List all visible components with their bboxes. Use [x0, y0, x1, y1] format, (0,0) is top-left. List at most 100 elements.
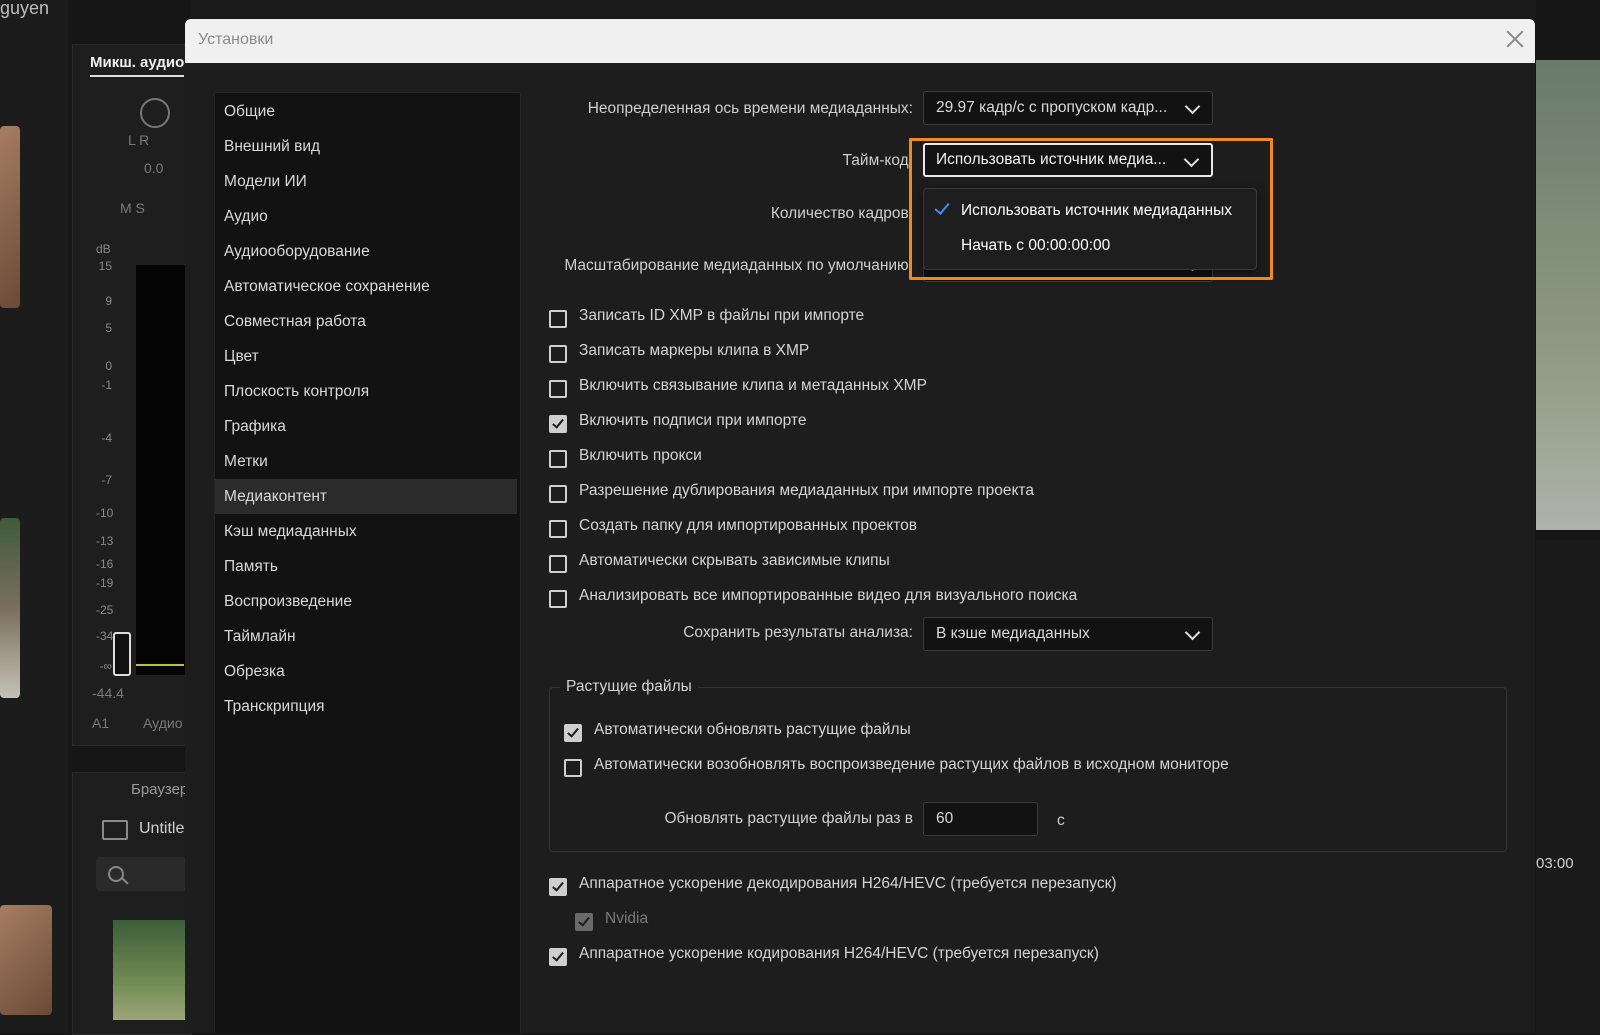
sidebar-item[interactable]: Аудио: [215, 199, 517, 234]
media-browser-tab[interactable]: Браузер: [131, 781, 188, 798]
checkbox[interactable]: [549, 590, 567, 608]
audio-mixer-tab[interactable]: Микш. аудио: [90, 54, 185, 77]
sidebar-item[interactable]: Воспроизведение: [215, 584, 517, 619]
clip-thumbnail[interactable]: [0, 518, 20, 698]
dialog-title: Установки: [198, 31, 274, 48]
dialog-titlebar: Установки: [185, 19, 1535, 63]
sidebar-item[interactable]: Автоматическое сохранение: [215, 269, 517, 304]
checkbox-label: Включить прокси: [579, 447, 702, 464]
db-tick-label: -1: [101, 378, 112, 392]
peak-value: -44.4: [92, 685, 124, 701]
db-tick-label: -25: [96, 603, 114, 617]
timeline-timecode: 03:00: [1536, 855, 1574, 872]
clip-thumbnail[interactable]: [0, 126, 20, 308]
db-tick-label: 0: [105, 359, 112, 373]
sidebar-item[interactable]: Транскрипция: [215, 689, 517, 724]
checkbox-label: Записать ID XMP в файлы при импорте: [579, 307, 865, 324]
sidebar-item[interactable]: Таймлайн: [215, 619, 517, 654]
checkbox[interactable]: [549, 878, 567, 896]
frame-count-label: Количество кадров:: [770, 205, 913, 222]
checkbox[interactable]: [564, 724, 582, 742]
checkbox-label: Записать маркеры клипа в XMP: [579, 342, 810, 359]
timebase-label: Неопределенная ось времени медиаданных:: [587, 100, 913, 117]
chevron-down-icon: [1184, 624, 1201, 641]
db-label: dB: [96, 242, 111, 256]
checkbox[interactable]: [549, 310, 567, 328]
refresh-interval-input[interactable]: 60: [923, 802, 1038, 836]
analysis-value: В кэше медиаданных: [936, 625, 1090, 642]
close-icon[interactable]: [1501, 25, 1529, 53]
sidebar-item[interactable]: Плоскость контроля: [215, 374, 517, 409]
program-monitor-preview: [1536, 60, 1600, 530]
clip-thumbnail[interactable]: [0, 905, 52, 1015]
growing-files-title: Растущие файлы: [560, 678, 698, 696]
sidebar-item[interactable]: Медиаконтент: [215, 479, 517, 514]
volume-fader[interactable]: [113, 632, 131, 676]
db-tick-label: -∞: [99, 659, 112, 673]
sidebar-item[interactable]: Кэш медиаданных: [215, 514, 517, 549]
checkbox[interactable]: [549, 450, 567, 468]
pan-knob[interactable]: [140, 98, 170, 128]
sidebar-item[interactable]: Общие: [215, 94, 517, 129]
sidebar-item[interactable]: Модели ИИ: [215, 164, 517, 199]
checkbox-label: Анализировать все импортированные видео …: [579, 587, 1078, 604]
checkbox-label: Автоматически скрывать зависимые клипы: [579, 552, 890, 569]
preferences-sidebar: Общие Внешний вид Модели ИИ Аудио Аудиообору…: [214, 92, 521, 1033]
folder-icon: [102, 820, 128, 840]
db-tick-label: -19: [96, 576, 114, 590]
timecode-label: Тайм-код:: [842, 152, 913, 169]
checkbox-label: Аппаратное ускорение кодирования H264/HE…: [579, 945, 1099, 962]
meter-level-line: [136, 664, 184, 666]
scaling-label: Масштабирование медиаданных по умолчанию…: [564, 257, 913, 274]
checkbox-label: Аппаратное ускорение декодирования H264/…: [579, 875, 1117, 892]
chevron-down-icon: [1184, 98, 1201, 115]
sidebar-item[interactable]: Графика: [215, 409, 517, 444]
db-tick-label: 9: [105, 294, 112, 308]
checkbox[interactable]: [549, 485, 567, 503]
checkbox[interactable]: [549, 345, 567, 363]
db-tick-label: -13: [96, 534, 114, 548]
checkbox-label: Nvidia: [605, 910, 649, 927]
annotation-highlight-box: [909, 138, 1273, 280]
checkbox-label: Включить подписи при импорте: [579, 412, 807, 429]
analysis-label: Сохранить результаты анализа:: [683, 624, 913, 641]
refresh-interval-label: Обновлять растущие файлы раз в: [664, 810, 914, 827]
db-tick-label: 5: [105, 321, 112, 335]
checkbox: [575, 913, 593, 931]
checkbox[interactable]: [549, 555, 567, 573]
checkbox-label: Создать папку для импортированных проект…: [579, 517, 918, 534]
timebase-value: 29.97 кадр/с с пропуском кадр...: [936, 99, 1168, 116]
db-tick-label: -16: [96, 557, 114, 571]
sidebar-item[interactable]: Внешний вид: [215, 129, 517, 164]
pan-lr-label: L R: [128, 132, 150, 148]
timeline-panel: [1536, 540, 1600, 1033]
user-name: guyen: [0, 0, 50, 18]
background-panel-top: [190, 0, 1536, 18]
mute-solo-buttons[interactable]: M S: [120, 200, 145, 216]
analysis-select[interactable]: В кэше медиаданных: [923, 617, 1213, 651]
sidebar-item[interactable]: Цвет: [215, 339, 517, 374]
checkbox[interactable]: [549, 380, 567, 398]
db-tick-label: -34: [96, 629, 114, 643]
checkbox[interactable]: [549, 948, 567, 966]
db-tick-label: -4: [101, 431, 112, 445]
track-name: Аудио: [143, 715, 183, 731]
db-tick-label: 15: [98, 259, 112, 273]
timebase-select[interactable]: 29.97 кадр/с с пропуском кадр...: [923, 91, 1213, 125]
sidebar-item[interactable]: Память: [215, 549, 517, 584]
sidebar-item[interactable]: Совместная работа: [215, 304, 517, 339]
checkbox[interactable]: [549, 415, 567, 433]
refresh-interval-unit: с: [1057, 812, 1065, 829]
checkbox[interactable]: [549, 520, 567, 538]
checkbox-label: Включить связывание клипа и метаданных X…: [579, 377, 927, 394]
sidebar-item[interactable]: Аудиооборудование: [215, 234, 517, 269]
checkbox[interactable]: [564, 759, 582, 777]
sidebar-item[interactable]: Метки: [215, 444, 517, 479]
track-label: A1: [92, 715, 110, 731]
checkbox-label: Разрешение дублирования медиаданных при …: [579, 482, 1034, 499]
media-thumbnail[interactable]: [113, 920, 185, 1020]
sidebar-item[interactable]: Обрезка: [215, 654, 517, 689]
checkbox-label: Автоматически возобновлять воспроизведен…: [594, 756, 1229, 773]
db-tick-label: -10: [96, 506, 114, 520]
preferences-dialog: Установки Общие Внешний вид Модели ИИ Аудио…: [185, 19, 1535, 1033]
